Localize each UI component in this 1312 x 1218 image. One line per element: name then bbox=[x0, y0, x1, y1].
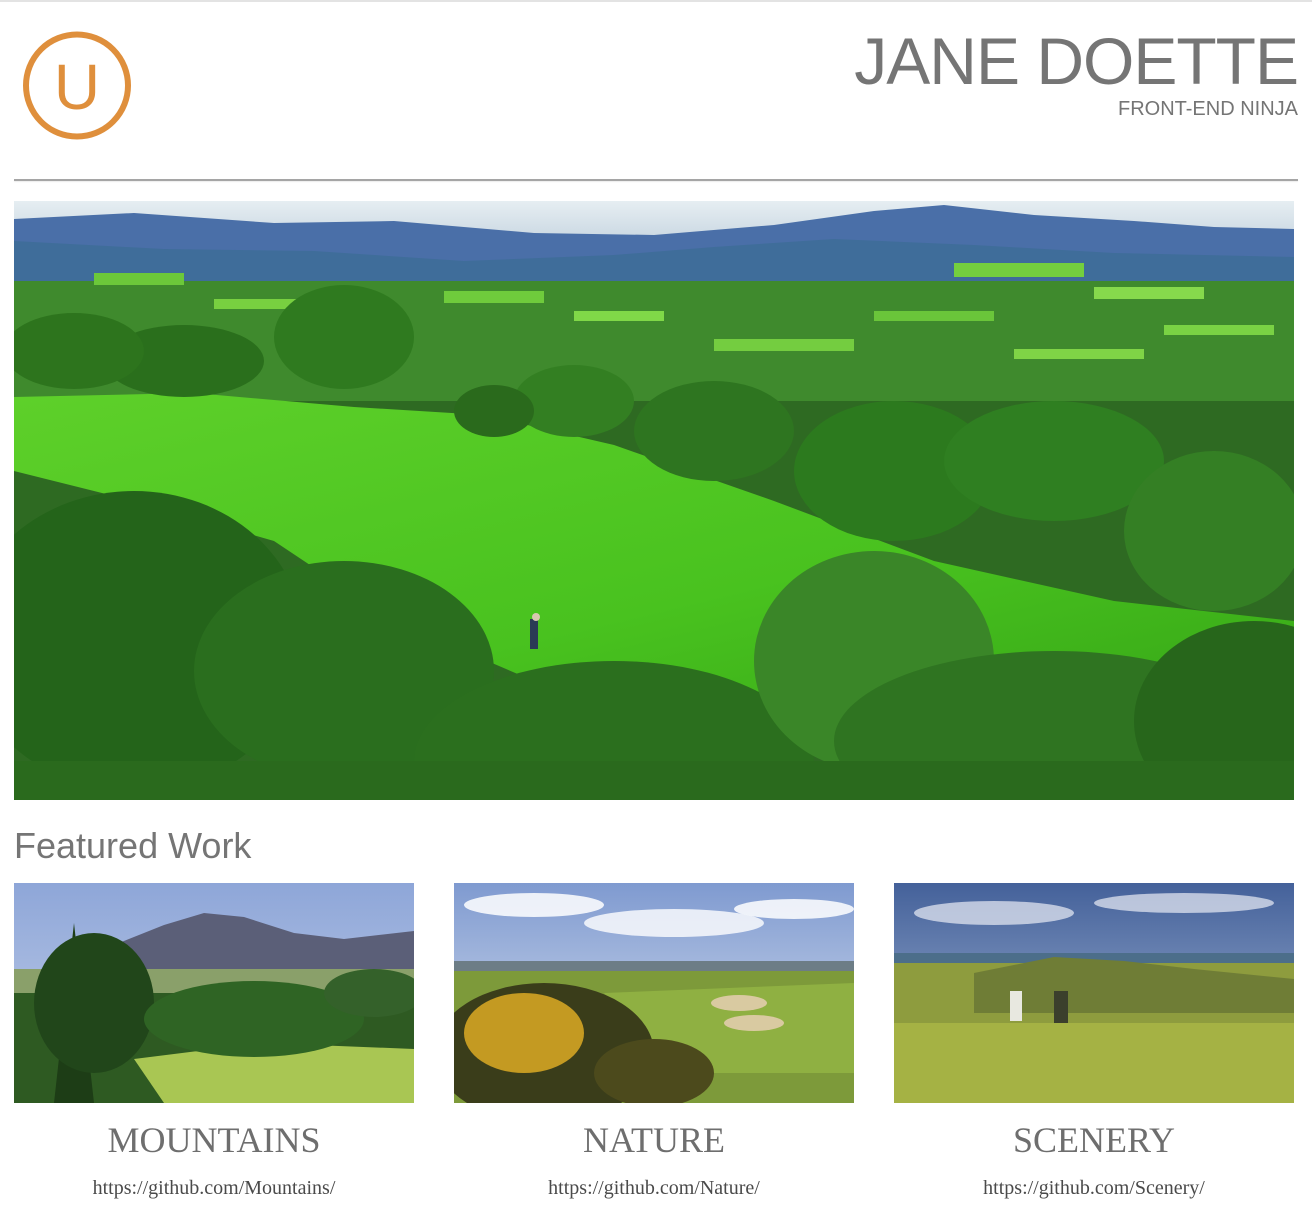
header-divider bbox=[14, 179, 1298, 181]
project-card-nature: NATURE https://github.com/Nature/ bbox=[454, 883, 854, 1203]
top-border bbox=[0, 0, 1312, 2]
hero-image bbox=[14, 201, 1294, 800]
project-title-scenery: SCENERY bbox=[1012, 1120, 1176, 1160]
site-title: JANE DOETTE bbox=[854, 24, 1299, 98]
project-thumbnail-nature[interactable] bbox=[454, 883, 854, 1103]
project-thumbnail-mountains[interactable] bbox=[14, 883, 414, 1103]
site-subtitle: FRONT-END NINJA bbox=[1118, 98, 1298, 120]
project-link-mountains[interactable]: https://github.com/Mountains/ bbox=[14, 1176, 414, 1200]
logo-letter: U bbox=[54, 51, 100, 123]
project-card-scenery: SCENERY https://github.com/Scenery/ bbox=[894, 883, 1294, 1203]
project-link-scenery[interactable]: https://github.com/Scenery/ bbox=[894, 1176, 1294, 1200]
project-thumbnail-scenery[interactable] bbox=[894, 883, 1294, 1103]
project-card-mountains: MOUNTAINS https://github.com/Mountains/ bbox=[14, 883, 414, 1203]
logo-icon[interactable]: U bbox=[22, 29, 132, 142]
featured-heading: Featured Work bbox=[14, 825, 252, 866]
project-title-nature: NATURE bbox=[583, 1120, 725, 1160]
project-title-mountains: MOUNTAINS bbox=[107, 1120, 321, 1160]
project-link-nature[interactable]: https://github.com/Nature/ bbox=[454, 1176, 854, 1200]
